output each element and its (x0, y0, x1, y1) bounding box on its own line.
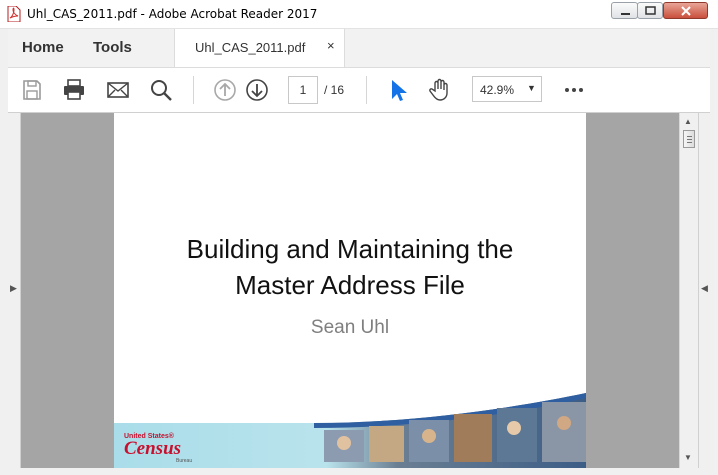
menu-bar: Home Tools Uhl_CAS_2011.pdf × (8, 29, 710, 68)
select-cursor-icon[interactable] (386, 78, 410, 102)
slide-title-line1: Building and Maintaining the (186, 234, 514, 264)
census-logo-word: Census (124, 438, 182, 459)
census-logo: United States® Census Bureau (124, 433, 192, 464)
toolbar: 1 / 16 42.9% ▼ (8, 68, 710, 113)
right-panel-toggle[interactable]: ◀ (698, 113, 711, 468)
maximize-icon (645, 6, 656, 15)
document-tab[interactable]: Uhl_CAS_2011.pdf × (174, 29, 345, 67)
left-panel-toggle[interactable]: ▶ (8, 113, 21, 468)
minimize-icon (621, 13, 630, 15)
chevron-down-icon: ▼ (527, 83, 536, 93)
window-title: Uhl_CAS_2011.pdf - Adobe Acrobat Reader … (27, 7, 318, 21)
title-bar: Uhl_CAS_2011.pdf - Adobe Acrobat Reader … (0, 0, 718, 29)
minimize-button[interactable] (611, 2, 638, 19)
census-logo-bottom: Bureau (176, 458, 193, 464)
toolbar-separator (193, 76, 194, 104)
tab-close-icon[interactable]: × (327, 38, 335, 53)
document-tab-label: Uhl_CAS_2011.pdf (195, 40, 306, 55)
slide-author: Sean Uhl (310, 317, 390, 338)
toolbar-separator (366, 76, 367, 104)
scroll-up-icon[interactable]: ▲ (684, 117, 692, 126)
zoom-select[interactable]: 42.9% ▼ (472, 76, 542, 102)
scroll-down-icon[interactable]: ▼ (684, 453, 692, 462)
scroll-thumb[interactable] (683, 130, 695, 148)
close-icon (681, 6, 691, 16)
page-down-icon[interactable] (245, 78, 269, 102)
vertical-scrollbar[interactable]: ▲ ▼ (679, 113, 698, 468)
page-up-icon[interactable] (213, 78, 237, 102)
hand-tool-icon[interactable] (428, 78, 452, 102)
document-viewer[interactable]: Building and Maintaining the Master Addr… (21, 113, 679, 468)
page-number-input[interactable]: 1 (288, 76, 318, 104)
pdf-file-icon (7, 6, 21, 22)
close-button[interactable] (663, 2, 708, 19)
slide-title: Building and Maintaining the Master Addr… (114, 231, 586, 303)
email-icon[interactable] (106, 78, 130, 102)
slide-title-line2: Master Address File (235, 270, 465, 300)
zoom-value: 42.9% (480, 83, 515, 97)
page-total: / 16 (324, 83, 345, 97)
expand-right-icon: ◀ (701, 283, 708, 293)
search-icon[interactable] (149, 78, 173, 102)
expand-left-icon: ▶ (10, 283, 17, 293)
maximize-button[interactable] (637, 2, 663, 19)
pdf-page: Building and Maintaining the Master Addr… (114, 113, 586, 468)
menu-tools[interactable]: Tools (93, 39, 132, 56)
more-icon[interactable] (562, 78, 586, 102)
print-icon[interactable] (62, 78, 86, 102)
menu-home[interactable]: Home (22, 39, 64, 56)
save-icon[interactable] (20, 78, 44, 102)
